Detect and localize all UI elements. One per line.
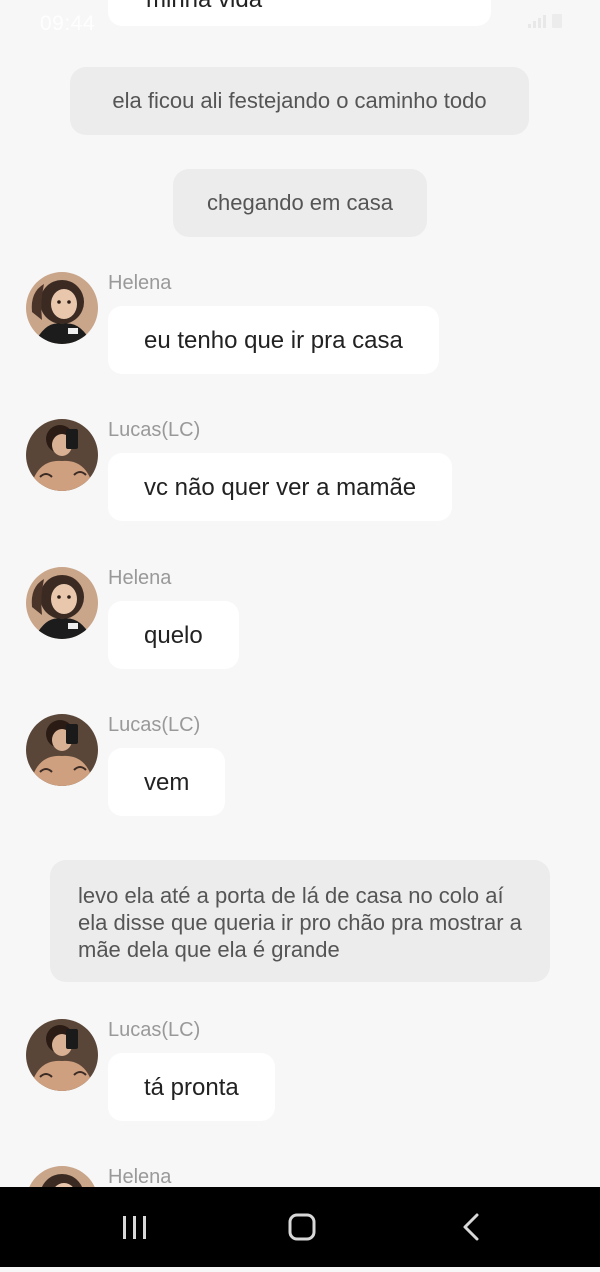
battery-icon <box>552 14 562 28</box>
sender-name: Lucas(LC) <box>108 1019 201 1041</box>
avatar-lucas[interactable] <box>26 714 98 786</box>
narration-bubble: chegando em casa <box>173 169 427 237</box>
status-time: 09:44 <box>40 12 96 35</box>
avatar-lucas[interactable] <box>26 419 98 491</box>
navigation-bar <box>0 1187 600 1267</box>
status-bar: 09:44 <box>0 0 600 48</box>
signal-icon <box>528 15 546 28</box>
back-icon <box>463 1213 479 1241</box>
home-button[interactable] <box>257 1187 347 1267</box>
avatar-helena[interactable] <box>26 567 98 639</box>
message-bubble[interactable]: vem <box>108 748 226 816</box>
narration-bubble: ela ficou ali festejando o caminho todo <box>70 67 529 135</box>
recent-apps-button[interactable] <box>90 1187 180 1267</box>
sender-name: Lucas(LC) <box>108 714 201 736</box>
sender-name: Lucas(LC) <box>108 419 201 441</box>
message-bubble[interactable]: quelo <box>108 601 239 669</box>
message-bubble[interactable]: vc não quer ver a mamãe <box>108 453 453 521</box>
system-icons <box>528 14 562 28</box>
sender-name: Helena <box>108 272 172 294</box>
home-icon <box>288 1213 316 1241</box>
back-button[interactable] <box>425 1187 515 1267</box>
narration-bubble: levo ela até a porta de lá de casa no co… <box>50 860 550 982</box>
message-bubble[interactable]: eu tenho que ir pra casa <box>108 306 439 374</box>
message-bubble[interactable]: tá pronta <box>108 1053 275 1121</box>
recent-apps-icon <box>123 1216 146 1239</box>
sender-name: Helena <box>108 1166 172 1188</box>
sender-name: Helena <box>108 567 172 589</box>
avatar-helena[interactable] <box>26 272 98 344</box>
avatar-lucas[interactable] <box>26 1019 98 1091</box>
